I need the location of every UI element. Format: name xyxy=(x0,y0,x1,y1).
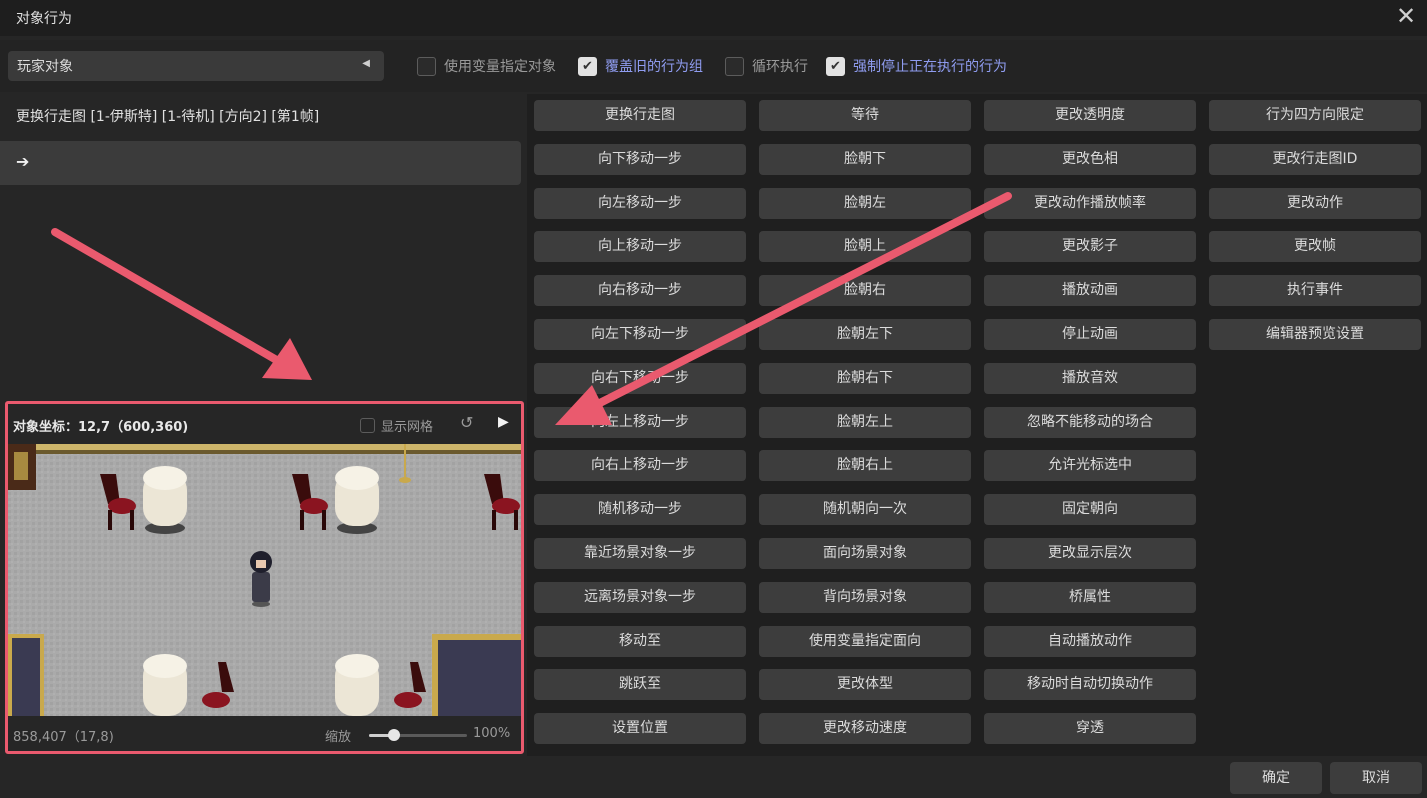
command-button[interactable]: 面向场景对象 xyxy=(759,538,971,569)
command-button[interactable]: 更改显示层次 xyxy=(984,538,1196,569)
command-button[interactable]: 移动至 xyxy=(534,626,746,657)
command-button[interactable]: 向右移动一步 xyxy=(534,275,746,306)
use-variable-target-checkbox[interactable]: 使用变量指定对象 xyxy=(417,56,556,76)
command-button[interactable]: 播放动画 xyxy=(984,275,1196,306)
command-button[interactable]: 允许光标选中 xyxy=(984,450,1196,481)
checkbox-label: 循环执行 xyxy=(752,59,808,75)
command-button[interactable]: 更改影子 xyxy=(984,231,1196,262)
cancel-button[interactable]: 取消 xyxy=(1330,762,1422,794)
insert-cursor-row[interactable]: ➔ xyxy=(0,141,521,185)
object-coord-label: 对象坐标：12,7（600,360) xyxy=(13,420,189,435)
command-button[interactable]: 更换行走图 xyxy=(534,100,746,131)
command-button[interactable]: 自动播放动作 xyxy=(984,626,1196,657)
override-behavior-group-checkbox[interactable]: ✔ 覆盖旧的行为组 xyxy=(578,56,703,76)
command-button[interactable]: 停止动画 xyxy=(984,319,1196,350)
checkbox-box xyxy=(360,418,375,433)
show-grid-label: 显示网格 xyxy=(381,420,434,435)
zoom-slider-thumb[interactable] xyxy=(387,729,400,741)
checkbox-label: 覆盖旧的行为组 xyxy=(605,59,703,75)
map-scene-image xyxy=(8,444,521,716)
checkbox-label: 强制停止正在执行的行为 xyxy=(853,59,1007,75)
command-button[interactable]: 更改色相 xyxy=(984,144,1196,175)
command-button[interactable]: 脸朝右下 xyxy=(759,363,971,394)
zoom-value: 100% xyxy=(473,726,511,741)
command-button[interactable]: 脸朝左下 xyxy=(759,319,971,350)
ok-button[interactable]: 确定 xyxy=(1230,762,1322,794)
command-button[interactable]: 随机朝向一次 xyxy=(759,494,971,525)
loop-execute-checkbox[interactable]: 循环执行 xyxy=(725,56,808,76)
command-button[interactable]: 向下移动一步 xyxy=(534,144,746,175)
window-title: 对象行为 xyxy=(16,11,72,27)
command-button[interactable]: 随机移动一步 xyxy=(534,494,746,525)
command-button[interactable]: 脸朝左上 xyxy=(759,407,971,438)
target-object-value: 玩家对象 xyxy=(17,59,73,75)
command-button[interactable]: 等待 xyxy=(759,100,971,131)
command-button[interactable]: 设置位置 xyxy=(534,713,746,744)
command-button[interactable]: 行为四方向限定 xyxy=(1209,100,1421,131)
command-button[interactable]: 向上移动一步 xyxy=(534,231,746,262)
checkbox-box xyxy=(725,56,744,76)
arrow-right-icon: ➔ xyxy=(16,152,30,171)
checkbox-label: 使用变量指定对象 xyxy=(444,59,556,75)
command-button[interactable]: 向左上移动一步 xyxy=(534,407,746,438)
command-button-panel: 更换行走图向下移动一步 向左移动一步 向上移动一步 向右移动一步 向左下移动一步 向右下移… xyxy=(527,94,1427,756)
command-button[interactable]: 移动时自动切换动作 xyxy=(984,669,1196,700)
title-bar: 对象行为 ✕ xyxy=(0,0,1427,36)
command-button[interactable]: 脸朝左 xyxy=(759,188,971,219)
preview-header: 对象坐标：12,7（600,360) 显示网格 ↺ ▶ xyxy=(8,404,521,444)
dropdown-arrow-icon: ◀ xyxy=(362,58,370,69)
zoom-slider[interactable] xyxy=(369,729,467,741)
command-button[interactable]: 编辑器预览设置 xyxy=(1209,319,1421,350)
command-button[interactable]: 更改行走图ID xyxy=(1209,144,1421,175)
command-button[interactable]: 更改动作播放帧率 xyxy=(984,188,1196,219)
checkbox-checked-icon: ✔ xyxy=(826,56,845,76)
play-icon[interactable]: ▶ xyxy=(498,414,509,430)
command-button[interactable]: 脸朝右 xyxy=(759,275,971,306)
show-grid-checkbox[interactable]: 显示网格 xyxy=(360,416,433,435)
checkbox-checked-icon: ✔ xyxy=(578,56,597,76)
command-button[interactable]: 更改体型 xyxy=(759,669,971,700)
zoom-label: 缩放 xyxy=(325,730,352,745)
preview-panel: 对象坐标：12,7（600,360) 显示网格 ↺ ▶ 858,407（17,8… xyxy=(5,401,524,754)
command-button[interactable]: 向右上移动一步 xyxy=(534,450,746,481)
command-button[interactable]: 桥属性 xyxy=(984,582,1196,613)
command-button[interactable]: 播放音效 xyxy=(984,363,1196,394)
command-button[interactable]: 靠近场景对象一步 xyxy=(534,538,746,569)
command-button[interactable]: 更改帧 xyxy=(1209,231,1421,262)
command-button[interactable]: 更改动作 xyxy=(1209,188,1421,219)
force-stop-checkbox[interactable]: ✔ 强制停止正在执行的行为 xyxy=(826,56,1007,76)
command-button[interactable]: 向右下移动一步 xyxy=(534,363,746,394)
options-bar: 玩家对象 ◀ 使用变量指定对象 ✔ 覆盖旧的行为组 循环执行 ✔ 强制停止正在执… xyxy=(0,40,1427,92)
command-button[interactable]: 更改移动速度 xyxy=(759,713,971,744)
cursor-coord-label: 858,407（17,8) xyxy=(13,730,114,745)
command-button[interactable]: 跳跃至 xyxy=(534,669,746,700)
checkbox-box xyxy=(417,56,436,76)
command-button[interactable]: 穿透 xyxy=(984,713,1196,744)
behavior-command-item[interactable]: 更换行走图 [1-伊斯特] [1-待机] [方向2] [第1帧] xyxy=(16,106,319,126)
command-button[interactable]: 脸朝右上 xyxy=(759,450,971,481)
command-button[interactable]: 更改透明度 xyxy=(984,100,1196,131)
command-button[interactable]: 忽略不能移动的场合 xyxy=(984,407,1196,438)
command-button[interactable]: 脸朝下 xyxy=(759,144,971,175)
reset-icon[interactable]: ↺ xyxy=(460,413,473,432)
map-preview[interactable] xyxy=(8,444,521,716)
command-button[interactable]: 远离场景对象一步 xyxy=(534,582,746,613)
command-button[interactable]: 脸朝上 xyxy=(759,231,971,262)
command-button[interactable]: 向左下移动一步 xyxy=(534,319,746,350)
close-icon[interactable]: ✕ xyxy=(1393,4,1419,30)
dialog-footer: 确定 取消 xyxy=(0,758,1427,798)
command-button[interactable]: 固定朝向 xyxy=(984,494,1196,525)
command-button[interactable]: 执行事件 xyxy=(1209,275,1421,306)
preview-footer: 858,407（17,8) 缩放 100% xyxy=(8,716,521,752)
command-button[interactable]: 向左移动一步 xyxy=(534,188,746,219)
command-button[interactable]: 背向场景对象 xyxy=(759,582,971,613)
command-button[interactable]: 使用变量指定面向 xyxy=(759,626,971,657)
target-object-select[interactable]: 玩家对象 ◀ xyxy=(8,51,384,81)
